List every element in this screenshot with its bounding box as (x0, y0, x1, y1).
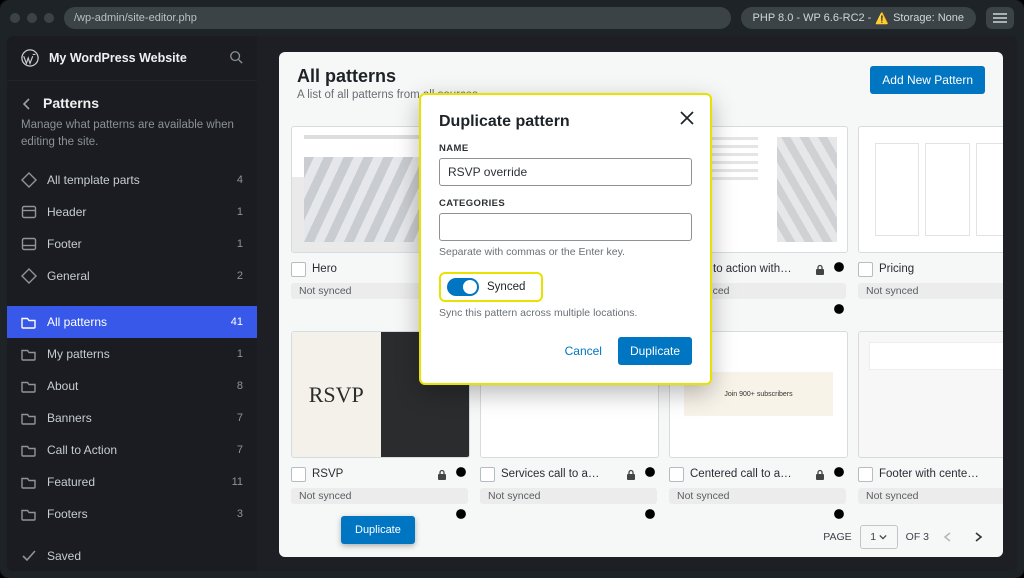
folder-icon (21, 474, 37, 490)
folder-icon (21, 410, 37, 426)
modal-layer: Duplicate pattern NAME CATEGORIES Separa… (279, 52, 1003, 557)
sidebar-item-my-patterns[interactable]: My patterns 1 (7, 338, 257, 370)
sidebar-item-label: General (47, 269, 227, 283)
sidebar-item-label: Footers (47, 507, 227, 521)
sidebar-item-count: 1 (237, 238, 243, 250)
sidebar-item-label: Banners (47, 411, 227, 425)
categories-input[interactable] (439, 213, 692, 241)
sidebar-item-header[interactable]: Header 1 (7, 196, 257, 228)
sidebar-item-count: 2 (237, 270, 243, 282)
sidebar-item-general[interactable]: General 2 (7, 260, 257, 292)
categories-label: CATEGORIES (439, 198, 692, 209)
site-bar: My WordPress Website (7, 36, 257, 81)
synced-toggle-row[interactable]: Synced (439, 272, 543, 302)
duplicate-button[interactable]: Duplicate (618, 337, 692, 365)
sidebar-item-label: Footer (47, 237, 227, 251)
sidebar-item-count: 1 (237, 206, 243, 218)
sidebar-item-all-template-parts[interactable]: All template parts 4 (7, 164, 257, 196)
folder-icon (21, 378, 37, 394)
synced-toggle-label: Synced (487, 281, 525, 293)
categories-hint: Separate with commas or the Enter key. (439, 246, 692, 258)
synced-toggle[interactable] (447, 278, 479, 296)
folder-icon (21, 346, 37, 362)
sidebar-item-label: My patterns (47, 347, 227, 361)
sidebar-saved-indicator: Saved (7, 540, 257, 571)
check-icon (21, 548, 37, 564)
sidebar-item-count: 1 (237, 348, 243, 360)
header-icon (21, 204, 37, 220)
storage-text: Storage: None (893, 12, 964, 24)
name-label: NAME (439, 143, 692, 154)
sidebar-item-footers[interactable]: Footers 3 (7, 498, 257, 530)
sidebar-item-call-to-action[interactable]: Call to Action 7 (7, 434, 257, 466)
site-name[interactable]: My WordPress Website (49, 51, 219, 65)
sidebar-item-count: 8 (237, 380, 243, 392)
cancel-button[interactable]: Cancel (559, 338, 608, 364)
sidebar-item-count: 4 (237, 174, 243, 186)
modal-title: Duplicate pattern (439, 113, 692, 131)
env-status-pill: PHP 8.0 - WP 6.6-RC2 - ⚠️ Storage: None (741, 7, 976, 29)
sidebar-item-label: All patterns (47, 315, 221, 329)
url-text: /wp-admin/site-editor.php (74, 12, 197, 24)
sidebar-item-banners[interactable]: Banners 7 (7, 402, 257, 434)
close-icon[interactable] (678, 109, 696, 127)
sidebar-item-count: 7 (237, 412, 243, 424)
search-icon[interactable] (229, 50, 243, 67)
duplicate-pattern-modal: Duplicate pattern NAME CATEGORIES Separa… (419, 93, 712, 385)
chevron-left-icon (21, 97, 33, 109)
browser-topbar: /wp-admin/site-editor.php PHP 8.0 - WP 6… (0, 0, 1024, 36)
nav-section-title: Patterns (43, 95, 99, 111)
sidebar-item-label: Call to Action (47, 443, 227, 457)
folder-icon (21, 506, 37, 522)
app-shell: My WordPress Website Patterns Manage wha… (7, 36, 1017, 571)
sidebar-item-count: 7 (237, 444, 243, 456)
folder-icon (21, 314, 37, 330)
footer-icon (21, 236, 37, 252)
sidebar: My WordPress Website Patterns Manage wha… (7, 36, 257, 571)
url-bar[interactable]: /wp-admin/site-editor.php (64, 7, 731, 29)
wp-logo-icon (21, 49, 39, 67)
synced-hint: Sync this pattern across multiple locati… (439, 307, 692, 319)
pattern-name-input[interactable] (439, 158, 692, 186)
sidebar-item-count: 41 (231, 316, 243, 328)
sidebar-item-footer[interactable]: Footer 1 (7, 228, 257, 260)
saved-label: Saved (47, 549, 243, 563)
window-controls[interactable] (10, 13, 54, 23)
nav-section-heading[interactable]: Patterns (7, 81, 257, 117)
sidebar-item-label: Featured (47, 475, 222, 489)
env-status-text: PHP 8.0 - WP 6.6-RC2 - (753, 12, 872, 24)
sidebar-item-count: 3 (237, 508, 243, 520)
warning-icon: ⚠️ (875, 12, 889, 25)
sidebar-item-label: Header (47, 205, 227, 219)
browser-menu-button[interactable] (986, 7, 1014, 29)
diamond-icon (21, 268, 37, 284)
diamond-icon (21, 172, 37, 188)
folder-icon (21, 442, 37, 458)
sidebar-item-about[interactable]: About 8 (7, 370, 257, 402)
sidebar-item-label: All template parts (47, 173, 227, 187)
nav-section-desc: Manage what patterns are available when … (7, 117, 257, 164)
sidebar-item-count: 11 (232, 476, 243, 488)
sidebar-item-label: About (47, 379, 227, 393)
sidebar-item-all-patterns[interactable]: All patterns 41 (7, 306, 257, 338)
window-frame: /wp-admin/site-editor.php PHP 8.0 - WP 6… (0, 0, 1024, 578)
sidebar-item-featured[interactable]: Featured 11 (7, 466, 257, 498)
